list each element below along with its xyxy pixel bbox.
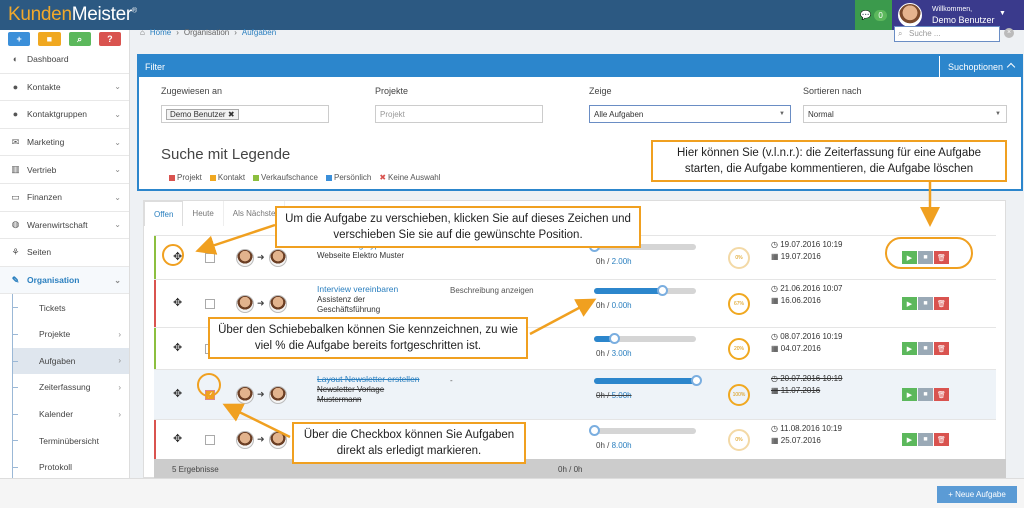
arrow-to-checkbox <box>222 403 291 439</box>
checkbox-highlight <box>197 373 221 397</box>
arrow-to-slider <box>529 298 597 336</box>
callout-slider: Über den Schiebebalken können Sie kennze… <box>208 317 528 359</box>
drag-highlight <box>162 244 184 266</box>
arrow-to-drag <box>195 223 276 255</box>
callout-actions: Hier können Sie (v.l.n.r.): die Zeiterfa… <box>651 140 1007 182</box>
callout-drag: Um die Aufgabe zu verschieben, klicken S… <box>275 206 641 248</box>
callout-checkbox: Über die Checkbox können Sie Aufgaben di… <box>292 422 526 464</box>
actions-highlight <box>885 237 973 269</box>
